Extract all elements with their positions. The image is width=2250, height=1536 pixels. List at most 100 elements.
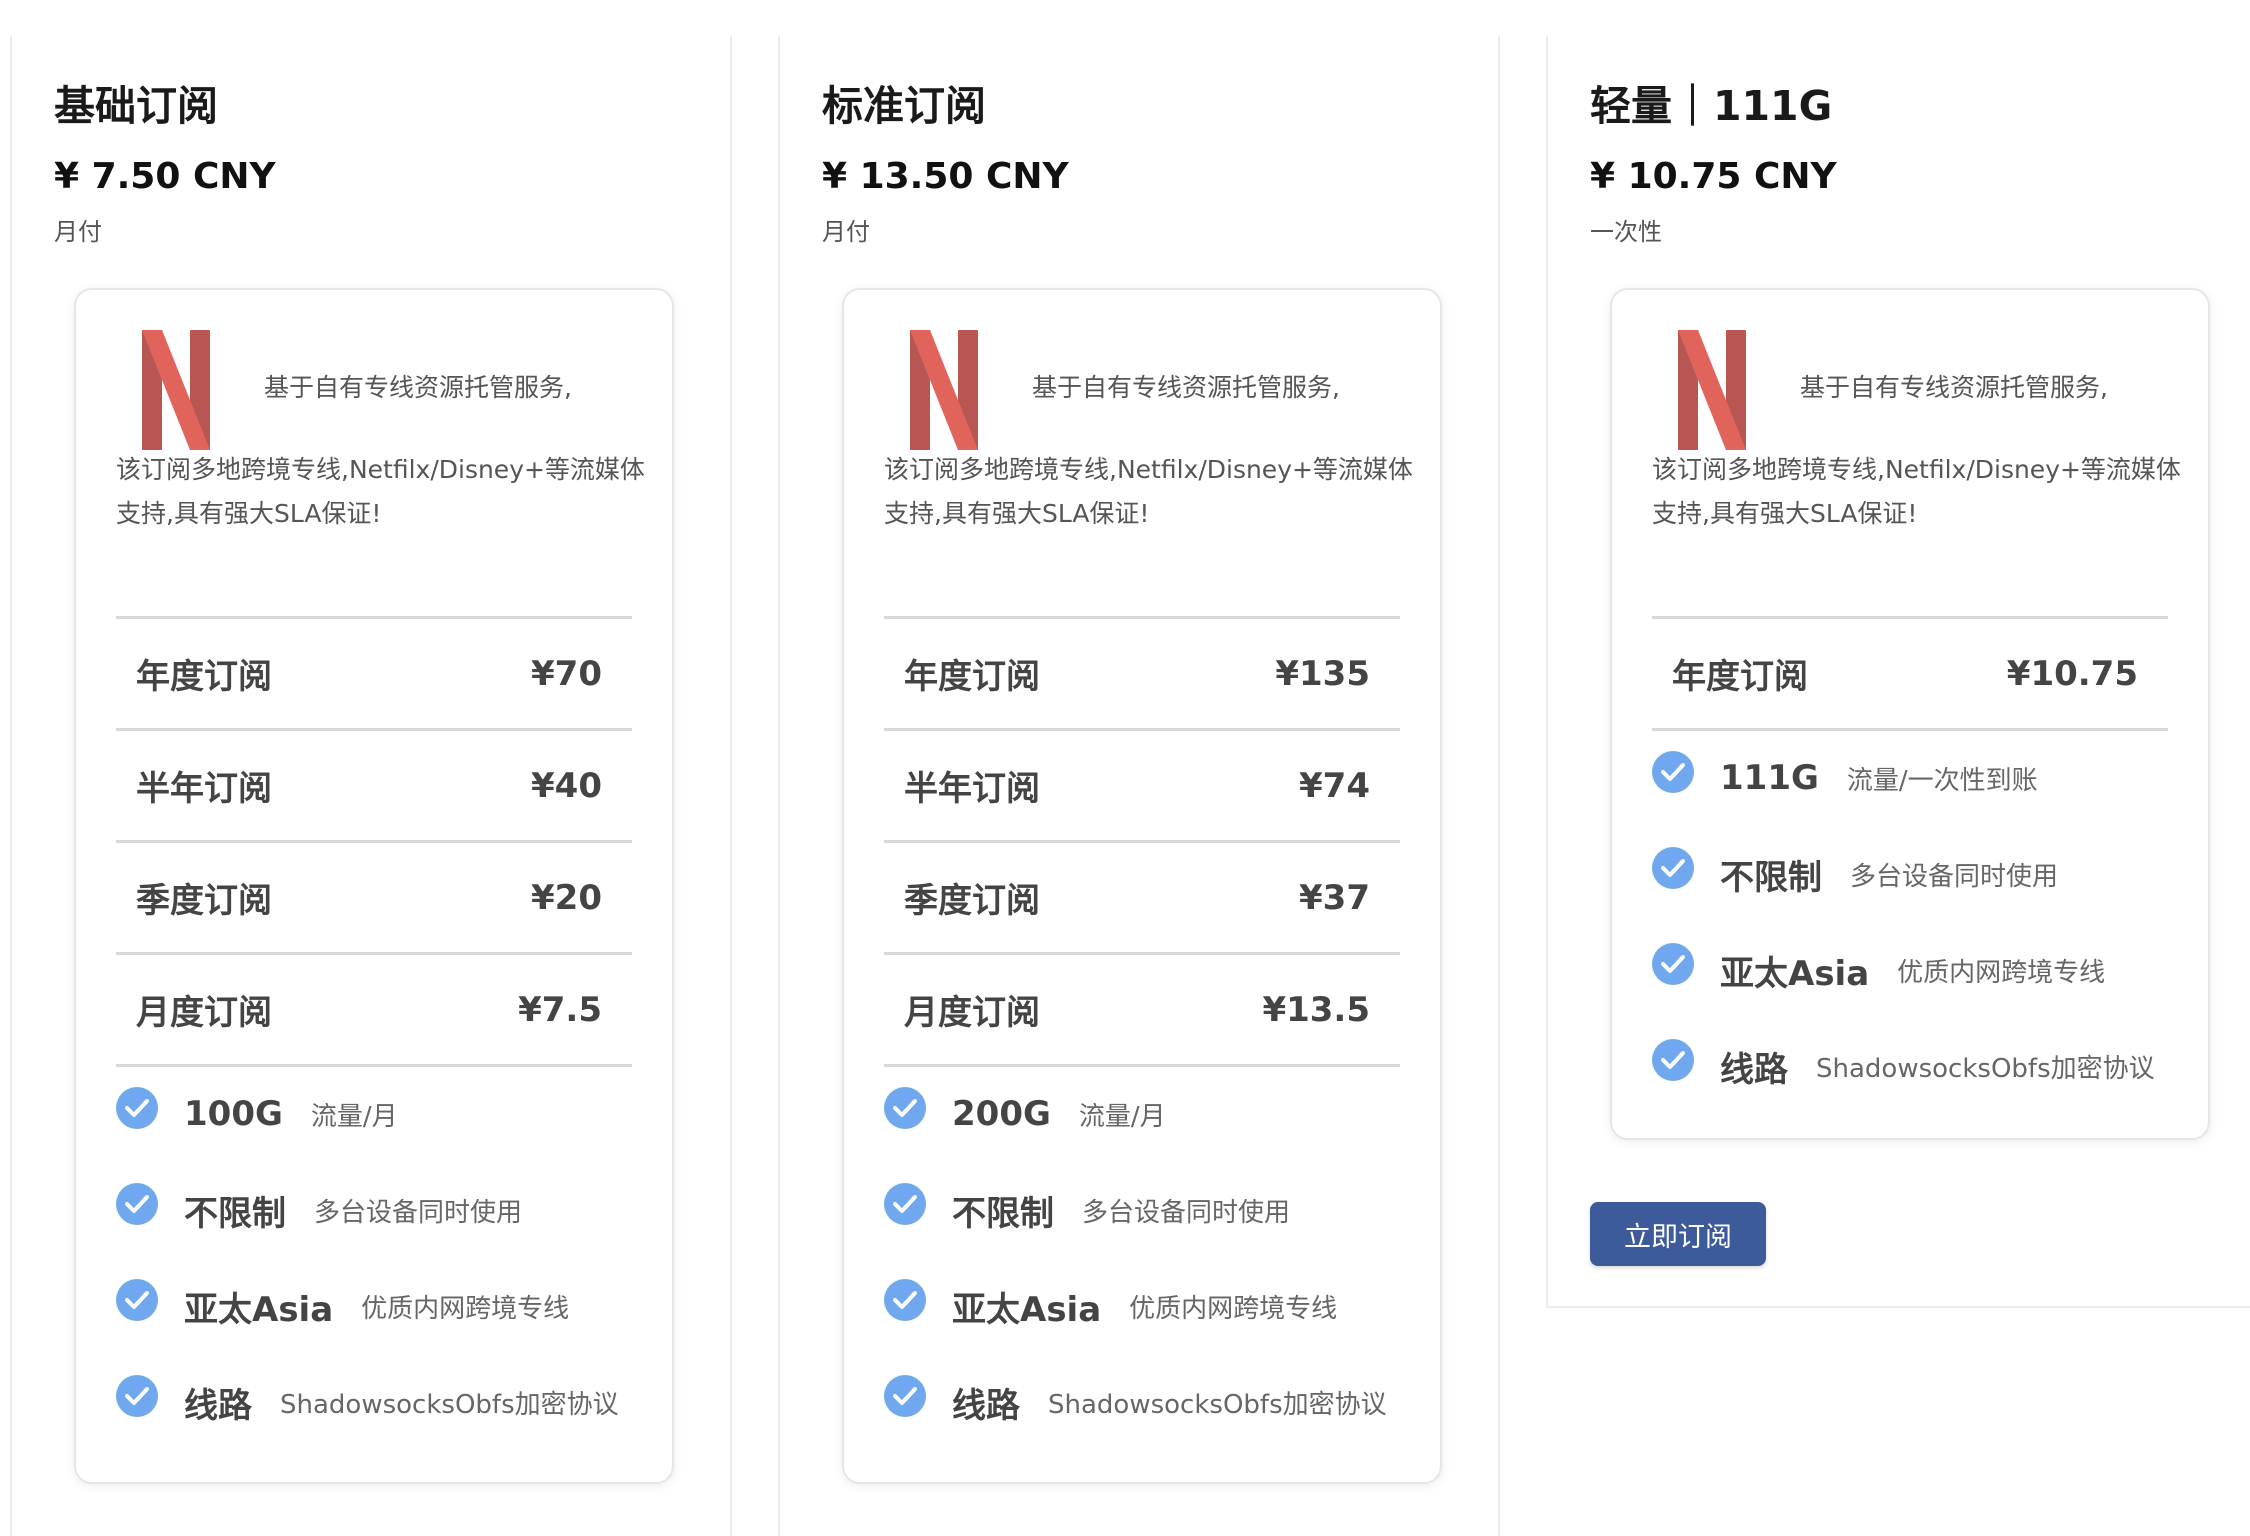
feature-title: 不限制 (184, 1193, 286, 1234)
check-circle-icon (884, 1375, 926, 1417)
feature-title: 线路 (952, 1385, 1020, 1426)
description-line-1: 基于自有专线资源托管服务, (1032, 373, 1340, 402)
price-table: 年度订阅 ¥70 半年订阅 ¥40 季度订阅 ¥20 月度订阅 ¥7.5 (116, 616, 632, 1067)
feature-title: 线路 (1720, 1049, 1788, 1090)
price-row-monthly: 月度订阅 ¥7.5 (116, 955, 632, 1067)
feature-desc: 优质内网跨境专线 (1129, 1293, 1338, 1324)
plan-period: 月付 (54, 218, 102, 246)
description-text: 该订阅多地跨境专线,Netfilx/Disney+等流媒体支持,具有强大SLA保… (116, 455, 645, 528)
feature-desc: ShadowsocksObfs加密协议 (1048, 1389, 1387, 1420)
feature-title: 线路 (184, 1385, 252, 1426)
feature-item: 亚太Asia 优质内网跨境专线 (884, 1258, 1444, 1354)
feature-list: 100G 流量/月 不限制 多台设备同时使用 亚太Asia 优质内网跨境专线 线… (116, 1066, 676, 1450)
description-text: 该订阅多地跨境专线,Netfilx/Disney+等流媒体支持,具有强大SLA保… (1652, 455, 2181, 528)
feature-title: 不限制 (952, 1193, 1054, 1234)
price-row-annual: 年度订阅 ¥70 (116, 619, 632, 731)
feature-title: 100G (184, 1094, 283, 1134)
feature-title: 200G (952, 1094, 1051, 1134)
plan-price: ¥ 7.50 CNY (54, 156, 276, 197)
plan-column-standard: 标准订阅 ¥ 13.50 CNY 月付 基于自有专线资源托管服务, 该订阅多地跨… (778, 36, 1500, 1536)
check-circle-icon (1652, 847, 1694, 889)
description-line-1: 基于自有专线资源托管服务, (1800, 373, 2108, 402)
price-row-label: 年度订阅 (1672, 657, 1808, 697)
netflix-logo (910, 330, 978, 450)
feature-desc: 流量/一次性到账 (1846, 765, 2038, 796)
feature-desc: 多台设备同时使用 (1850, 861, 2059, 892)
price-row-label: 年度订阅 (904, 657, 1040, 697)
check-circle-icon (116, 1375, 158, 1417)
feature-item: 111G 流量/一次性到账 (1652, 730, 2212, 826)
price-row-value: ¥7.5 (518, 989, 602, 1030)
check-circle-icon (1652, 943, 1694, 985)
price-row-value: ¥20 (531, 877, 602, 918)
plan-price: ¥ 10.75 CNY (1590, 156, 1837, 197)
plan-column-basic: 基础订阅 ¥ 7.50 CNY 月付 基于自有专线资源托管服务, 该订阅多地跨境… (10, 36, 732, 1536)
feature-item: 200G 流量/月 (884, 1066, 1444, 1162)
price-row-annual: 年度订阅 ¥135 (884, 619, 1400, 731)
plan-period: 月付 (822, 218, 870, 246)
feature-desc: 优质内网跨境专线 (361, 1293, 570, 1324)
price-row-label: 季度订阅 (136, 881, 272, 921)
check-circle-icon (1652, 1039, 1694, 1081)
plan-title: 轻量｜111G (1590, 82, 1833, 130)
feature-desc: 多台设备同时使用 (1082, 1197, 1291, 1228)
description-line-1: 基于自有专线资源托管服务, (264, 373, 572, 402)
price-row-label: 月度订阅 (904, 993, 1040, 1033)
price-row-label: 半年订阅 (904, 769, 1040, 809)
price-row-monthly: 月度订阅 ¥13.5 (884, 955, 1400, 1067)
feature-title: 亚太Asia (952, 1289, 1102, 1330)
description-text: 该订阅多地跨境专线,Netfilx/Disney+等流媒体支持,具有强大SLA保… (884, 455, 1413, 528)
check-circle-icon (884, 1183, 926, 1225)
plan-title: 基础订阅 (54, 82, 218, 130)
plan-period: 一次性 (1590, 218, 1662, 246)
feature-desc: 流量/月 (310, 1101, 398, 1132)
feature-item: 线路 ShadowsocksObfs加密协议 (1652, 1018, 2212, 1114)
feature-item: 不限制 多台设备同时使用 (116, 1162, 676, 1258)
netflix-logo (1678, 330, 1746, 450)
netflix-logo (142, 330, 210, 450)
feature-title: 亚太Asia (1720, 953, 1870, 994)
feature-item: 线路 ShadowsocksObfs加密协议 (884, 1354, 1444, 1450)
price-row-half-year: 半年订阅 ¥40 (116, 731, 632, 843)
feature-desc: ShadowsocksObfs加密协议 (1816, 1053, 2155, 1084)
check-circle-icon (116, 1183, 158, 1225)
plan-card: 基于自有专线资源托管服务, 该订阅多地跨境专线,Netfilx/Disney+等… (74, 288, 674, 1484)
price-row-value: ¥74 (1299, 765, 1370, 806)
plan-column-light: 轻量｜111G ¥ 10.75 CNY 一次性 基于自有专线资源托管服务, 该订… (1546, 36, 2250, 1308)
feature-item: 不限制 多台设备同时使用 (1652, 826, 2212, 922)
plan-title: 标准订阅 (822, 82, 986, 130)
price-row-label: 半年订阅 (136, 769, 272, 809)
plan-card: 基于自有专线资源托管服务, 该订阅多地跨境专线,Netfilx/Disney+等… (1610, 288, 2210, 1140)
feature-desc: 流量/月 (1078, 1101, 1166, 1132)
plan-price: ¥ 13.50 CNY (822, 156, 1069, 197)
price-row-value: ¥40 (531, 765, 602, 806)
feature-title: 不限制 (1720, 857, 1822, 898)
feature-list: 111G 流量/一次性到账 不限制 多台设备同时使用 亚太Asia 优质内网跨境… (1652, 730, 2212, 1114)
feature-desc: 多台设备同时使用 (314, 1197, 523, 1228)
check-circle-icon (116, 1087, 158, 1129)
price-row-label: 季度订阅 (904, 881, 1040, 921)
feature-item: 亚太Asia 优质内网跨境专线 (116, 1258, 676, 1354)
price-row-value: ¥10.75 (2006, 653, 2138, 694)
feature-title: 111G (1720, 758, 1819, 798)
price-row-value: ¥13.5 (1262, 989, 1370, 1030)
feature-list: 200G 流量/月 不限制 多台设备同时使用 亚太Asia 优质内网跨境专线 线… (884, 1066, 1444, 1450)
price-row-value: ¥135 (1275, 653, 1370, 694)
check-circle-icon (1652, 751, 1694, 793)
price-row-annual: 年度订阅 ¥10.75 (1652, 619, 2168, 731)
price-row-quarterly: 季度订阅 ¥20 (116, 843, 632, 955)
feature-desc: 优质内网跨境专线 (1897, 957, 2106, 988)
subscribe-now-button[interactable]: 立即订阅 (1590, 1202, 1766, 1266)
price-row-label: 月度订阅 (136, 993, 272, 1033)
price-row-value: ¥37 (1299, 877, 1370, 918)
feature-item: 亚太Asia 优质内网跨境专线 (1652, 922, 2212, 1018)
price-row-label: 年度订阅 (136, 657, 272, 697)
feature-item: 100G 流量/月 (116, 1066, 676, 1162)
price-row-value: ¥70 (531, 653, 602, 694)
feature-title: 亚太Asia (184, 1289, 334, 1330)
check-circle-icon (884, 1279, 926, 1321)
feature-desc: ShadowsocksObfs加密协议 (280, 1389, 619, 1420)
price-table: 年度订阅 ¥10.75 (1652, 616, 2168, 731)
check-circle-icon (884, 1087, 926, 1129)
feature-item: 线路 ShadowsocksObfs加密协议 (116, 1354, 676, 1450)
